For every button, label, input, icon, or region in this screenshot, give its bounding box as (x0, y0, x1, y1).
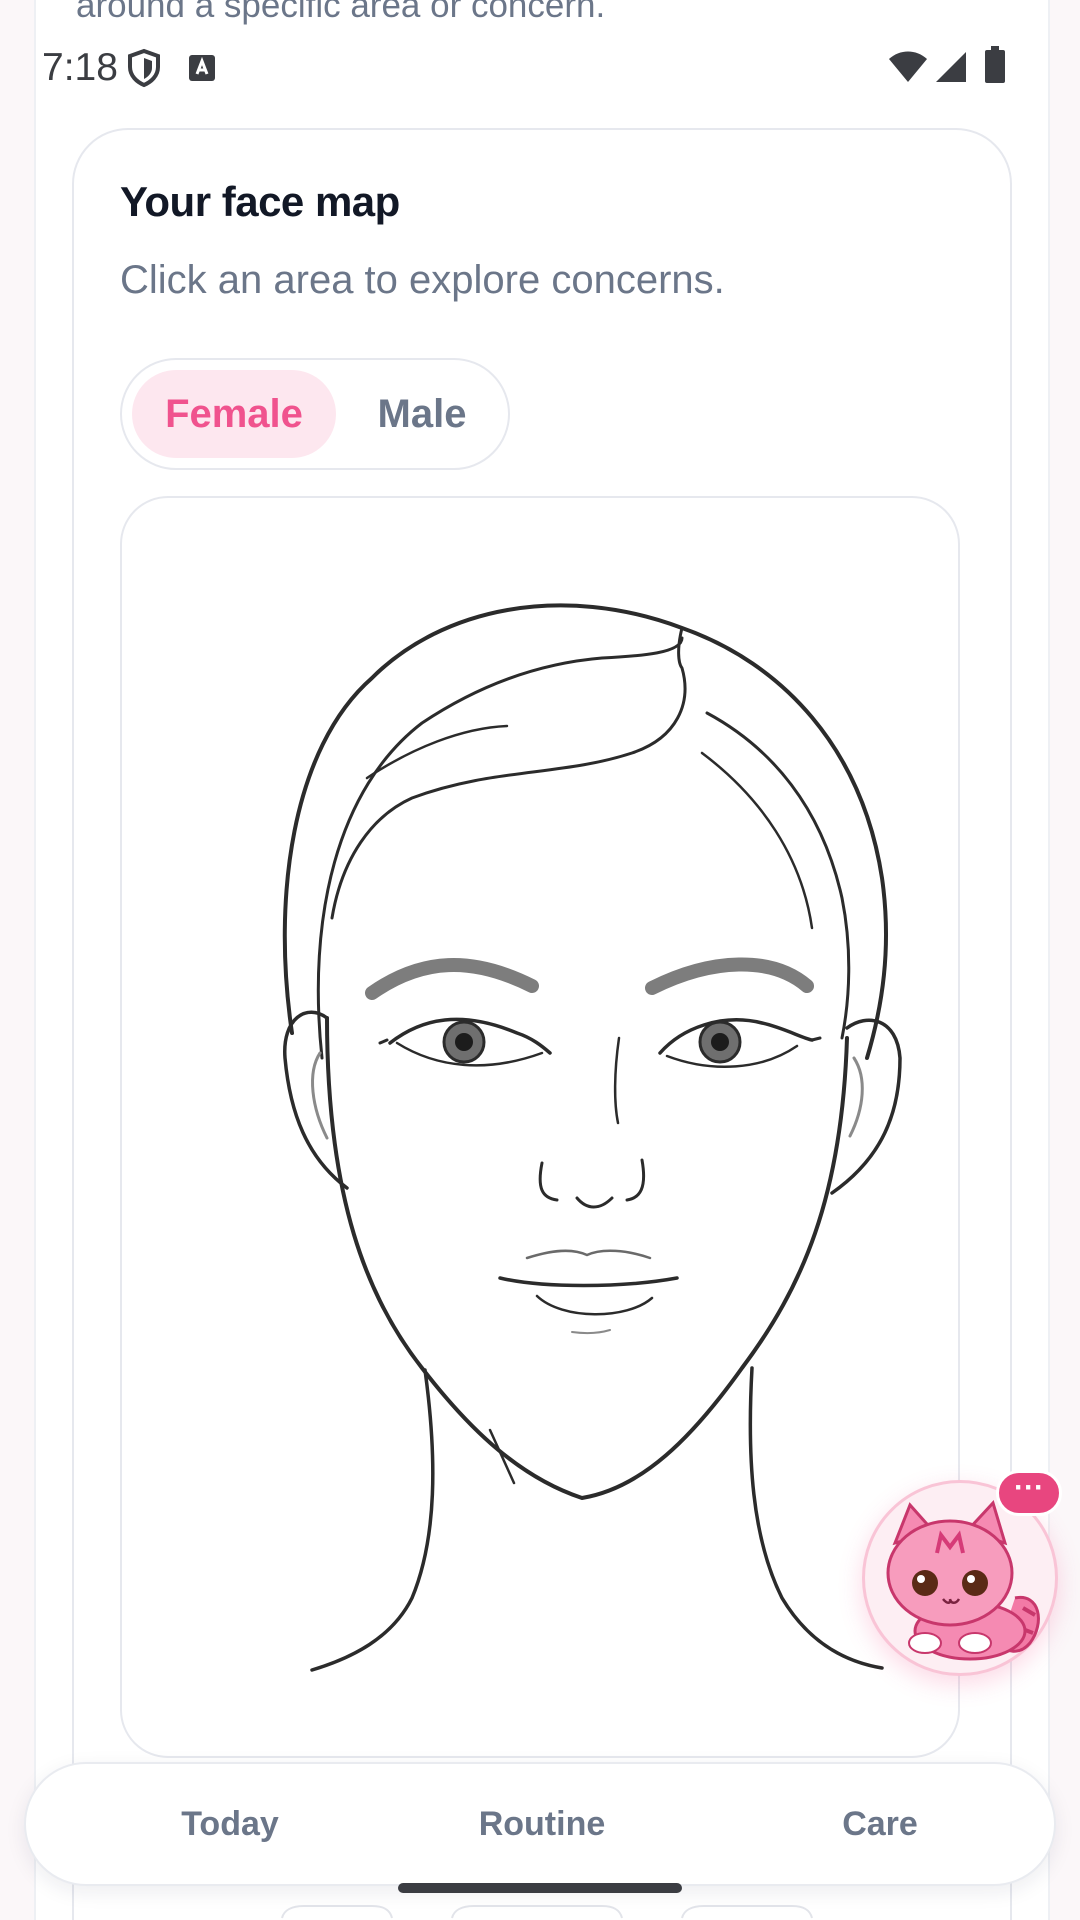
gender-toggle: Female Male (120, 358, 510, 470)
right-eyebrow (645, 957, 814, 995)
previous-section-text: around a specific area or concern. (76, 0, 606, 25)
face-map-title: Your face map (120, 178, 400, 225)
shield-icon (126, 48, 162, 93)
hair-part (330, 626, 687, 920)
face-outline (325, 1016, 849, 1500)
status-time: 7:18 (42, 46, 118, 89)
nav-routine[interactable]: Routine (402, 1764, 682, 1884)
battery-icon (984, 46, 1006, 89)
nose (613, 1036, 621, 1125)
female-toggle-button[interactable]: Female (132, 370, 336, 458)
face-drawing (282, 603, 902, 1672)
face-map-subtitle: Click an area to explore concerns. (120, 258, 725, 302)
signal-icon (934, 50, 968, 89)
keyboard-a-icon (188, 54, 216, 87)
male-toggle-button[interactable]: Male (342, 370, 502, 458)
chat-bubble-icon[interactable]: ··· (996, 1470, 1062, 1516)
nav-today[interactable]: Today (90, 1764, 370, 1884)
wifi-icon (888, 50, 928, 89)
home-indicator[interactable] (398, 1883, 682, 1893)
bottom-navigation: Today Routine Care (24, 1762, 1056, 1886)
lips (498, 1276, 679, 1288)
left-eyebrow (365, 958, 539, 1000)
neck-left (310, 1368, 435, 1672)
nav-care[interactable]: Care (740, 1764, 1020, 1884)
neck-right (748, 1366, 884, 1670)
status-bar: 7:18 (0, 34, 1080, 104)
app-screen: around a specific area or concern. 7:18 (0, 0, 1080, 1920)
face-map-illustration[interactable] (120, 496, 960, 1758)
